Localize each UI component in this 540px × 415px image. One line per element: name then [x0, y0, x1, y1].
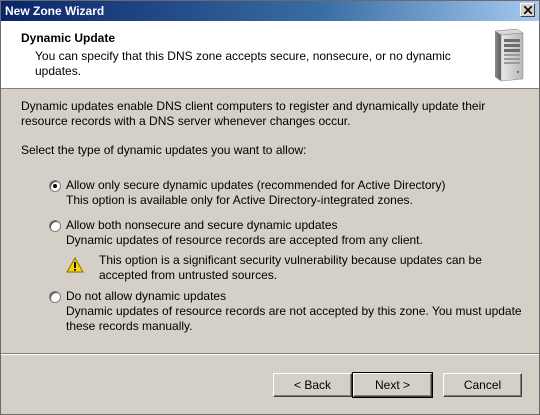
close-icon: [524, 6, 532, 14]
page-subtitle-line2: updates.: [35, 64, 82, 78]
option-no-dynamic-updates-description-line2: these records manually.: [66, 319, 193, 333]
server-icon: [494, 28, 524, 82]
cancel-button[interactable]: Cancel: [443, 373, 522, 397]
intro-line1: Dynamic updates enable DNS client comput…: [21, 99, 486, 113]
option-nonsecure-and-secure-description: Dynamic updates of resource records are …: [66, 233, 423, 247]
security-warning-text: This option is a significant security vu…: [99, 253, 519, 283]
selection-prompt: Select the type of dynamic updates you w…: [21, 143, 307, 157]
back-button[interactable]: < Back: [273, 373, 352, 397]
next-button[interactable]: Next >: [352, 372, 433, 398]
option-no-dynamic-updates-description-line1: Dynamic updates of resource records are …: [66, 304, 522, 318]
close-button[interactable]: [520, 3, 535, 17]
option-secure-only-description: This option is available only for Active…: [66, 193, 413, 207]
wizard-header: Dynamic Update You can specify that this…: [1, 21, 539, 89]
radio-no-dynamic-updates[interactable]: [49, 291, 61, 303]
page-title: Dynamic Update: [21, 31, 116, 45]
wizard-window: New Zone Wizard Dynamic Update You can s…: [0, 0, 540, 415]
option-secure-only-label: Allow only secure dynamic updates (recom…: [66, 178, 446, 192]
intro-text: Dynamic updates enable DNS client comput…: [21, 99, 521, 129]
page-subtitle-line1: You can specify that this DNS zone accep…: [35, 49, 451, 63]
radio-secure-only[interactable]: [49, 180, 61, 192]
page-subtitle: You can specify that this DNS zone accep…: [35, 49, 455, 79]
footer-divider: [1, 353, 539, 355]
option-no-dynamic-updates[interactable]: Do not allow dynamic updates Dynamic upd…: [66, 289, 536, 334]
security-warning-line1: This option is a significant security vu…: [99, 253, 482, 267]
intro-line2: resource records with a DNS server whene…: [21, 114, 351, 128]
warning-icon: [66, 257, 84, 273]
radio-nonsecure-and-secure[interactable]: [49, 220, 61, 232]
option-nonsecure-and-secure[interactable]: Allow both nonsecure and secure dynamic …: [66, 218, 516, 248]
window-title: New Zone Wizard: [5, 4, 105, 18]
option-nonsecure-and-secure-label: Allow both nonsecure and secure dynamic …: [66, 218, 338, 232]
security-warning-line2: accepted from untrusted sources.: [99, 268, 278, 282]
title-bar[interactable]: New Zone Wizard: [1, 1, 539, 21]
option-no-dynamic-updates-label: Do not allow dynamic updates: [66, 289, 227, 303]
option-secure-only[interactable]: Allow only secure dynamic updates (recom…: [66, 178, 516, 208]
